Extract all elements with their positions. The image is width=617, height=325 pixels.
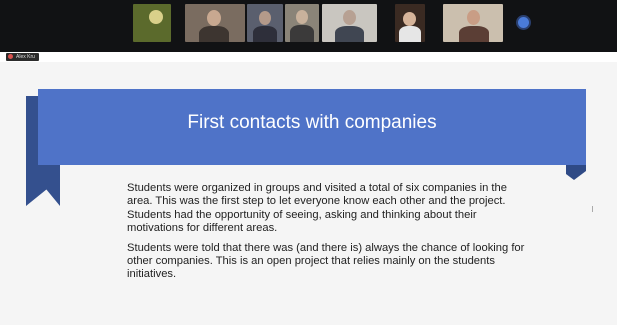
slide-paragraph-2: Students were told that there was (and t… bbox=[127, 241, 525, 281]
participant-2-body bbox=[199, 26, 229, 42]
presenter-name: Alex Kru bbox=[16, 54, 35, 60]
participant-tile-5[interactable] bbox=[322, 4, 377, 42]
mouse-cursor bbox=[592, 206, 596, 212]
participant-3-body bbox=[253, 26, 277, 42]
participant-2-face bbox=[207, 10, 221, 26]
participant-7-face bbox=[467, 10, 480, 25]
participant-6-face bbox=[403, 12, 416, 26]
participant-4-face bbox=[296, 10, 308, 24]
slide-paragraph-1: Students were organized in groups and vi… bbox=[127, 182, 507, 235]
muted-mic-icon bbox=[8, 54, 13, 59]
participant-tile-4[interactable] bbox=[285, 4, 319, 42]
participant-1-light bbox=[149, 10, 163, 24]
participant-tile-1[interactable] bbox=[133, 4, 171, 42]
participant-4-body bbox=[290, 25, 314, 42]
slide-body: Students were organized in groups and vi… bbox=[127, 182, 532, 288]
participant-video-strip bbox=[0, 0, 617, 52]
participant-tile-6[interactable] bbox=[395, 4, 425, 42]
slide-title: First contacts with companies bbox=[187, 112, 437, 133]
more-participants-button[interactable] bbox=[518, 17, 529, 28]
presenter-bar bbox=[0, 52, 617, 62]
participant-tile-2[interactable] bbox=[185, 4, 245, 42]
participant-tile-7[interactable] bbox=[443, 4, 503, 42]
participant-5-body bbox=[335, 26, 364, 42]
participant-7-body bbox=[459, 26, 489, 42]
participant-tile-3[interactable] bbox=[247, 4, 283, 42]
participant-5-face bbox=[343, 10, 356, 25]
participant-6-body bbox=[399, 26, 421, 42]
presenter-name-tag: Alex Kru bbox=[6, 53, 39, 61]
participant-3-face bbox=[259, 11, 271, 25]
